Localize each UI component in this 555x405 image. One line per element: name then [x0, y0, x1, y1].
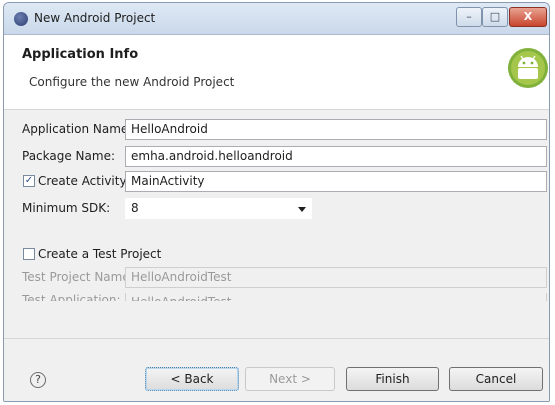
create-activity-field[interactable]: MainActivity: [125, 171, 547, 192]
create-activity-checkbox[interactable]: ✓: [23, 175, 35, 187]
test-project-name-label: Test Project Name:: [22, 270, 134, 284]
package-name-field[interactable]: emha.android.helloandroid: [125, 146, 547, 167]
finish-button[interactable]: Finish: [346, 367, 439, 391]
new-android-project-dialog: New Android Project – □ X Application In…: [3, 2, 550, 402]
application-name-field[interactable]: HelloAndroid: [125, 119, 547, 140]
maximize-button[interactable]: □: [482, 7, 508, 27]
title-bar[interactable]: New Android Project – □ X: [4, 3, 549, 35]
page-subtitle: Configure the new Android Project: [29, 75, 235, 89]
next-button[interactable]: Next >: [245, 367, 335, 391]
test-project-name-field[interactable]: HelloAndroidTest: [125, 267, 547, 288]
minimize-button[interactable]: –: [456, 7, 482, 27]
dropdown-arrow-icon[interactable]: [298, 207, 306, 212]
page-title: Application Info: [22, 47, 139, 62]
close-button[interactable]: X: [509, 7, 547, 27]
eclipse-icon: [14, 12, 28, 26]
package-name-label: Package Name:: [22, 149, 115, 163]
minimum-sdk-select[interactable]: 8: [125, 198, 312, 219]
help-icon[interactable]: ?: [30, 372, 46, 388]
window-title: New Android Project: [34, 11, 156, 25]
create-activity-label: Create Activity:: [38, 174, 130, 188]
button-bar: ? < Back Next > Finish Cancel: [4, 338, 549, 401]
test-application-label: Test Application:: [22, 293, 121, 301]
minimum-sdk-value: 8: [131, 201, 139, 215]
test-application-field[interactable]: HelloAndroidTest: [125, 293, 547, 301]
android-logo-icon: [508, 48, 548, 88]
form-area: Application Name: HelloAndroid Package N…: [4, 110, 549, 338]
create-test-project-label: Create a Test Project: [38, 247, 162, 261]
wizard-header: Application Info Configure the new Andro…: [4, 35, 549, 110]
minimum-sdk-label: Minimum SDK:: [22, 201, 111, 215]
test-application-row: Test Application: HelloAndroidTest: [4, 293, 549, 301]
application-name-label: Application Name:: [22, 122, 133, 136]
create-test-project-checkbox[interactable]: [23, 248, 35, 260]
cancel-button[interactable]: Cancel: [449, 367, 543, 391]
back-button[interactable]: < Back: [145, 367, 239, 391]
